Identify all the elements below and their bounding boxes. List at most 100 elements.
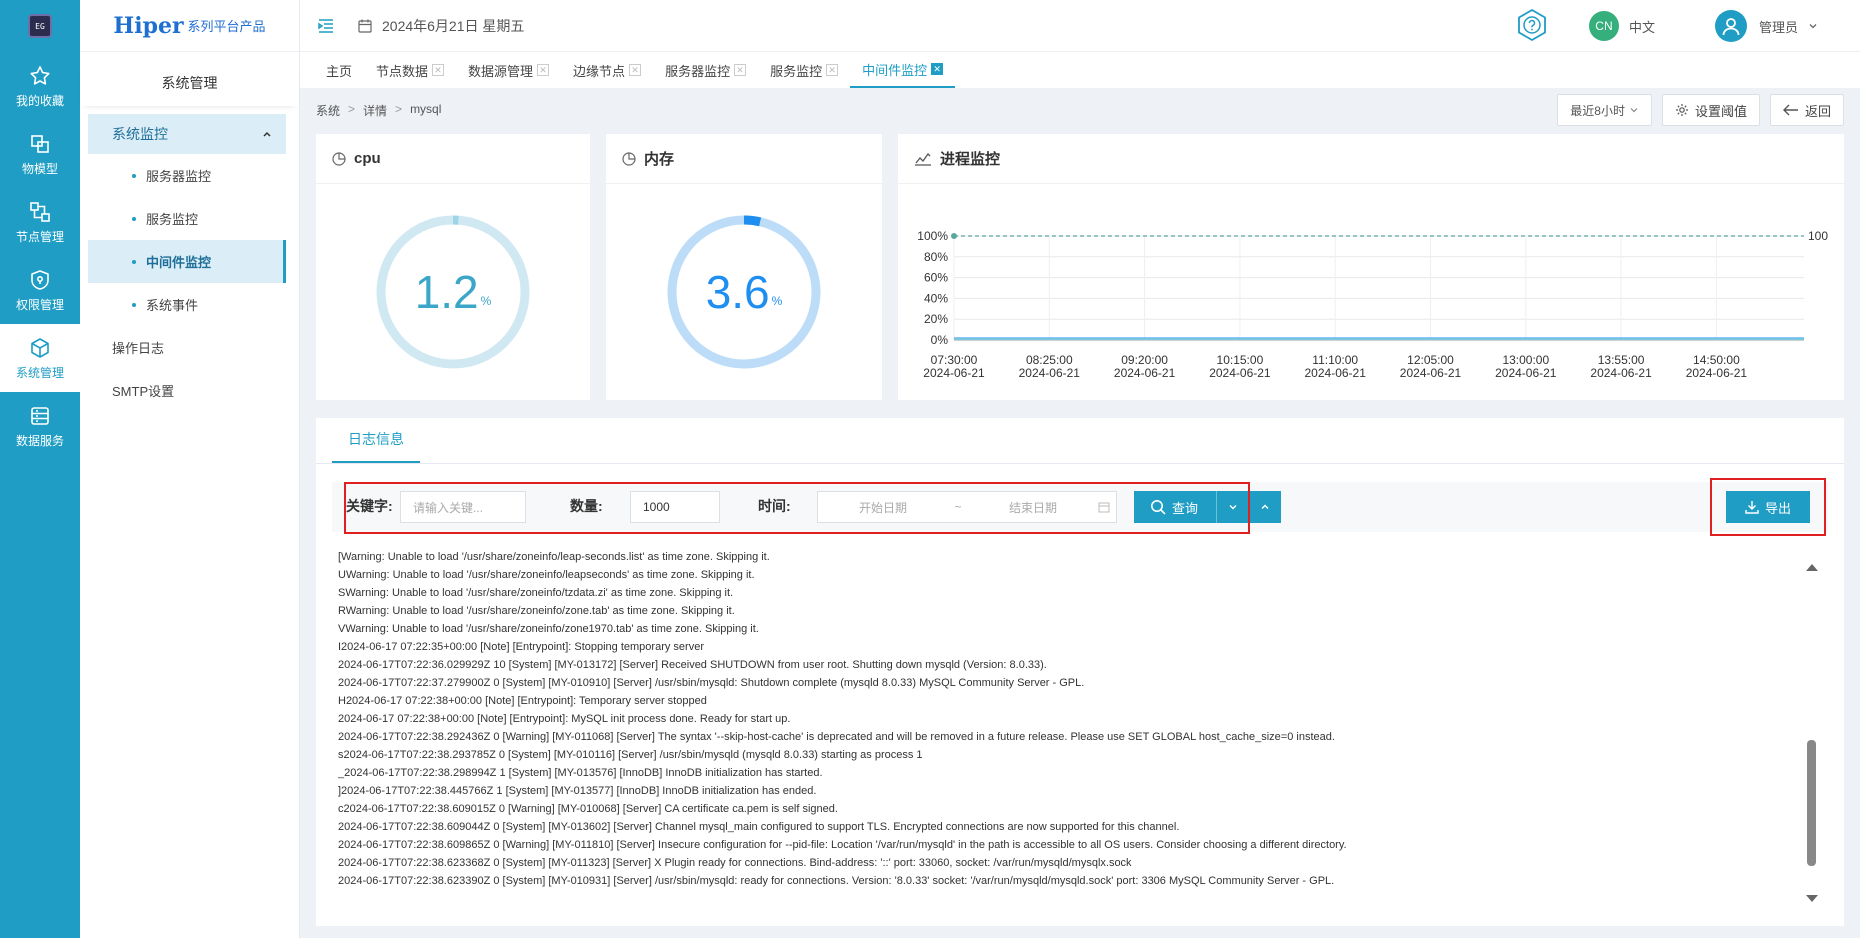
close-icon[interactable]: ✕: [931, 63, 944, 75]
menu-fold-icon: [318, 18, 333, 33]
top-header: 2024年6月21日 星期五 CN 中文 管理员: [300, 0, 1860, 52]
card-title: 进程监控: [940, 151, 1001, 168]
side-menu: Hiper 系列平台产品 系统管理 系统监控 服务器监控 服务监控 中间件监控 …: [80, 0, 300, 938]
highlight-box: [344, 482, 1250, 534]
icon-rail: EG 我的收藏 物模型 节点管理 权限管理 系统管理 数据服务: [0, 0, 80, 938]
x-tick-time: 08:25:00: [1026, 353, 1073, 367]
time-range-select[interactable]: 最近8小时: [1557, 94, 1652, 126]
x-tick-time: 11:10:00: [1312, 353, 1358, 367]
tab-label: 主页: [326, 63, 353, 79]
tab-label: 服务监控: [770, 63, 823, 79]
collapse-up-button[interactable]: [1249, 491, 1281, 523]
shield-icon: [31, 269, 49, 290]
log-line: 2024-06-17T07:22:38.623390Z 0 [System] […: [338, 875, 1335, 887]
tab-middleware-monitor[interactable]: 中间件监控 ✕: [850, 52, 956, 88]
user-name: 管理员: [1758, 19, 1798, 35]
calendar-icon: [358, 19, 372, 33]
log-line: ]2024-06-17T07:22:38.445766Z 1 [System] …: [338, 785, 817, 797]
brand-tagline: 系列平台产品: [187, 19, 266, 34]
x-tick-date: 2024-06-21: [1019, 366, 1081, 380]
model-icon: [31, 134, 49, 153]
rail-item-model[interactable]: 物模型: [0, 120, 80, 188]
breadcrumb-item[interactable]: 详情: [363, 102, 387, 119]
tab-service-monitor[interactable]: 服务监控 ✕: [758, 52, 850, 88]
pie-chart-icon: [332, 151, 346, 166]
tab-node-data[interactable]: 节点数据 ✕: [364, 52, 456, 88]
x-tick-time: 14:50:00: [1693, 353, 1740, 367]
brand-name: Hiper: [113, 12, 184, 39]
close-icon[interactable]: ✕: [432, 64, 445, 76]
log-line: 2024-06-17T07:22:36.029929Z 10 [System] …: [338, 659, 1047, 671]
language-label: 中文: [1628, 19, 1655, 35]
series-end-label: 100: [1808, 229, 1828, 243]
highlight-box: [1710, 478, 1826, 536]
y-tick-label: 80%: [924, 250, 948, 264]
card-header: 进程监控: [898, 134, 1844, 184]
log-line: RWarning: Unable to load '/usr/share/zon…: [338, 605, 735, 617]
x-tick-date: 2024-06-21: [1495, 366, 1557, 380]
breadcrumb-separator: >: [395, 102, 403, 116]
x-tick-time: 07:30:00: [931, 353, 978, 367]
set-threshold-button[interactable]: 设置阈值: [1661, 94, 1760, 126]
close-icon[interactable]: ✕: [629, 64, 642, 76]
rail-item-data-service[interactable]: 数据服务: [0, 392, 80, 460]
app-logo[interactable]: EG: [0, 0, 80, 52]
scroll-up-arrow[interactable]: [1806, 564, 1818, 571]
tab-label: 数据源管理: [468, 63, 534, 79]
node-icon: [30, 201, 50, 222]
x-tick-time: 12:05:00: [1407, 353, 1454, 367]
menu-item-service-monitor[interactable]: 服务监控: [88, 197, 286, 240]
language-switch[interactable]: CN 中文: [1588, 11, 1655, 41]
gauge-number: 3.6: [705, 265, 770, 318]
memory-gauge: 3.6 %: [664, 212, 824, 372]
tab-home[interactable]: 主页: [314, 52, 364, 88]
avatar: [1714, 10, 1747, 42]
tab-log-info[interactable]: 日志信息: [332, 417, 420, 463]
menu-item-smtp-settings[interactable]: SMTP设置: [80, 369, 299, 412]
breadcrumb-separator: >: [348, 102, 356, 116]
menu-item-server-monitor[interactable]: 服务器监控: [88, 154, 286, 197]
date-text: 2024年6月21日 星期五: [382, 17, 525, 34]
breadcrumb-item[interactable]: 系统: [316, 102, 340, 119]
menu-item-operation-log[interactable]: 操作日志: [80, 326, 299, 369]
rail-item-nodes[interactable]: 节点管理: [0, 188, 80, 256]
menu-group-system-monitor[interactable]: 系统监控: [88, 114, 286, 154]
rail-item-system[interactable]: 系统管理: [0, 324, 80, 392]
user-menu[interactable]: 管理员: [1714, 10, 1818, 42]
close-icon[interactable]: ✕: [537, 64, 550, 76]
menu-toggle-button[interactable]: [316, 16, 336, 36]
close-icon[interactable]: ✕: [826, 64, 839, 76]
card-header: cpu: [316, 134, 590, 184]
x-tick-time: 09:20:00: [1121, 353, 1168, 367]
menu-item-label: 服务监控: [146, 212, 199, 227]
close-icon[interactable]: ✕: [734, 64, 747, 76]
scroll-thumb[interactable]: [1807, 740, 1816, 866]
tab-datasource[interactable]: 数据源管理 ✕: [456, 52, 561, 88]
tab-label: 中间件监控: [862, 62, 928, 78]
rail-item-permissions[interactable]: 权限管理: [0, 256, 80, 324]
x-tick-time: 10:15:00: [1217, 353, 1264, 367]
bullet-icon: [132, 302, 136, 307]
help-icon: [1518, 8, 1546, 41]
gauge-number: 1.2: [414, 265, 479, 318]
tab-edge-node[interactable]: 边缘节点 ✕: [561, 52, 653, 88]
arrow-left-icon: [1782, 104, 1798, 116]
menu-item-middleware-monitor[interactable]: 中间件监控: [88, 240, 286, 283]
help-button[interactable]: [1515, 8, 1549, 45]
rail-item-favorites[interactable]: 我的收藏: [0, 52, 80, 120]
x-tick-date: 2024-06-21: [1400, 366, 1462, 380]
log-scrollbar[interactable]: [1804, 564, 1818, 902]
log-line: H2024-06-17 07:22:38+00:00 [Note] [Entry…: [338, 695, 707, 707]
rail-label: 数据服务: [15, 433, 64, 448]
scroll-down-arrow[interactable]: [1806, 895, 1818, 902]
rail-label: 权限管理: [15, 297, 64, 312]
menu-item-system-events[interactable]: 系统事件: [88, 283, 286, 326]
log-line: 2024-06-17T07:22:38.609044Z 0 [System] […: [338, 821, 1180, 833]
gauge-value: 3.6 %: [664, 212, 824, 372]
y-tick-label: 20%: [924, 312, 948, 326]
tab-server-monitor[interactable]: 服务器监控 ✕: [653, 52, 758, 88]
log-line: s2024-06-17T07:22:38.293785Z 0 [System] …: [338, 749, 923, 761]
button-label: 设置阈值: [1694, 103, 1747, 119]
language-badge: CN: [1588, 11, 1619, 41]
back-button[interactable]: 返回: [1769, 94, 1844, 126]
